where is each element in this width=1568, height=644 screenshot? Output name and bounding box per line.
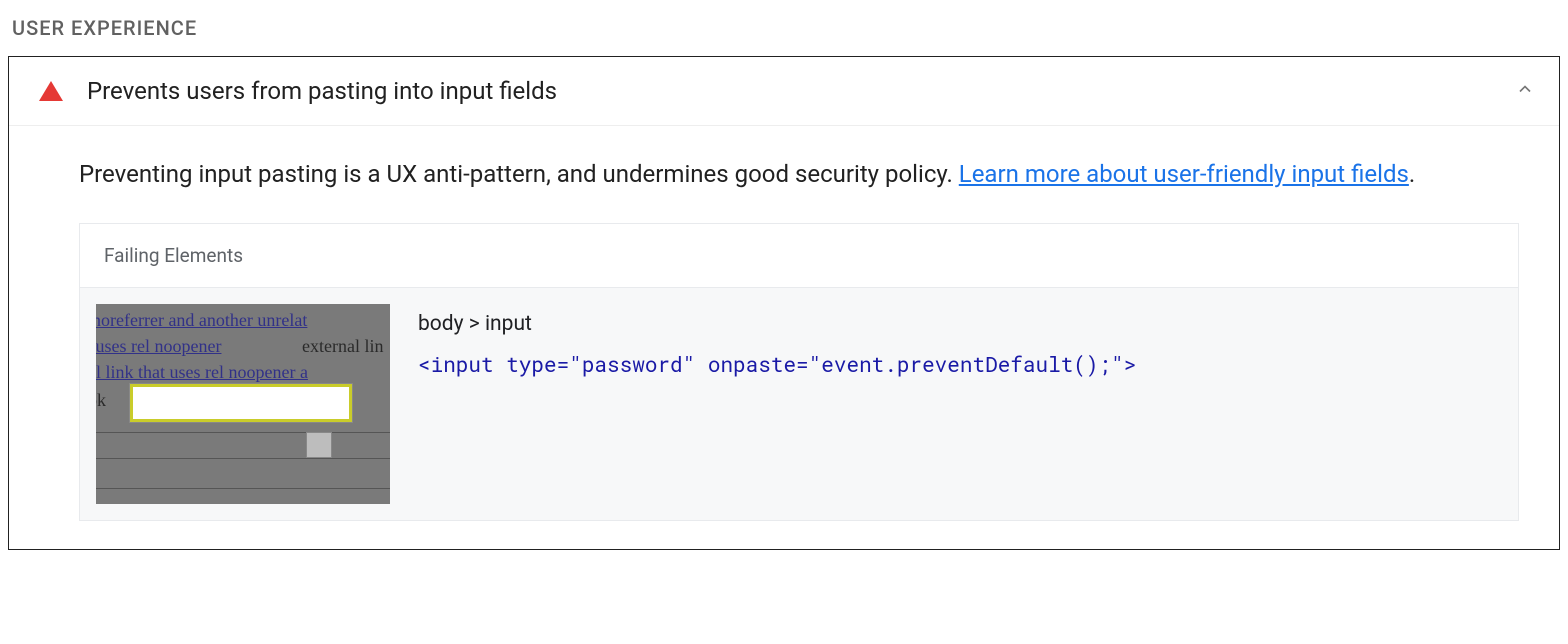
failing-elements-header: Failing Elements <box>80 224 1518 288</box>
audit-description-text: Preventing input pasting is a UX anti-pa… <box>79 160 959 188</box>
element-code-snippet: <input type="password" onpaste="event.pr… <box>418 350 1502 378</box>
thumb-text: al link that uses rel noopener a <box>96 362 308 383</box>
element-selector: body > input <box>418 312 1502 336</box>
thumb-text: noreferrer and another unrelat <box>96 310 307 331</box>
element-info: body > input <input type="password" onpa… <box>418 304 1502 504</box>
failing-elements-box: Failing Elements noreferrer and another … <box>79 223 1519 521</box>
section-title: USER EXPERIENCE <box>8 16 1560 40</box>
audit-title: Prevents users from pasting into input f… <box>87 77 1515 105</box>
warning-triangle-icon <box>39 81 63 101</box>
learn-more-link[interactable]: Learn more about user-friendly input fie… <box>959 160 1409 188</box>
audit-description-period: . <box>1409 160 1415 188</box>
thumb-divider <box>96 458 390 459</box>
element-screenshot-thumbnail: noreferrer and another unrelat t uses re… <box>96 304 390 504</box>
audit-header[interactable]: Prevents users from pasting into input f… <box>9 57 1559 126</box>
thumb-divider <box>96 432 390 433</box>
audit-panel: Prevents users from pasting into input f… <box>8 56 1560 550</box>
thumb-divider <box>96 488 390 489</box>
audit-description: Preventing input pasting is a UX anti-pa… <box>79 154 1519 195</box>
audit-body: Preventing input pasting is a UX anti-pa… <box>9 126 1559 549</box>
thumb-broken-image-icon <box>306 432 332 458</box>
chevron-up-icon <box>1515 79 1535 104</box>
thumb-text: ok <box>96 390 106 411</box>
thumb-text: external lin <box>302 336 383 357</box>
thumb-text: t uses rel noopener <box>96 336 221 357</box>
thumb-highlighted-input <box>130 384 352 422</box>
failing-element-row: noreferrer and another unrelat t uses re… <box>80 288 1518 520</box>
